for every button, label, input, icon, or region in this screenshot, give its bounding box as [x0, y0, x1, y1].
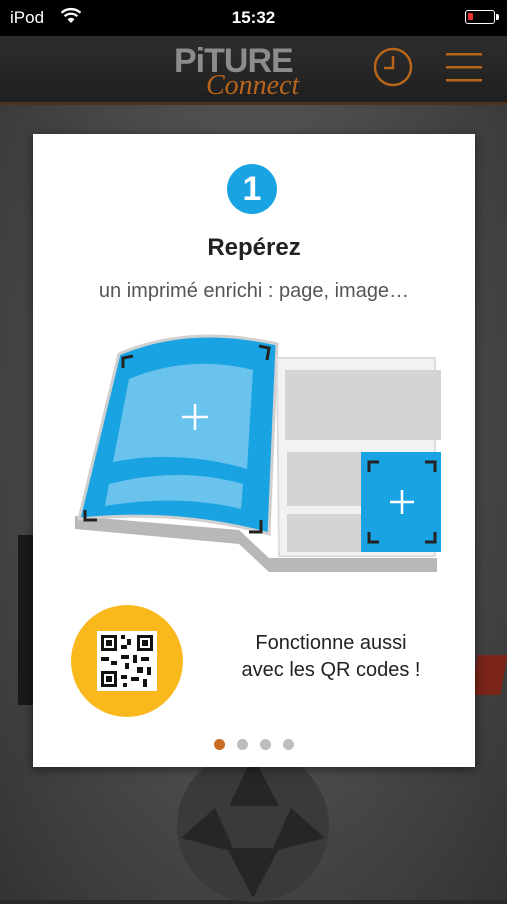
- magazine-illustration: [75, 334, 441, 572]
- app-header: PiTURE Connect: [0, 36, 507, 105]
- hamburger-icon[interactable]: [444, 48, 484, 86]
- qr-info-text: Fonctionne aussi avec les QR codes !: [211, 630, 451, 684]
- shutter-button-icon[interactable]: [175, 748, 331, 904]
- qr-code-icon: [97, 631, 157, 691]
- card-title: Repérez: [207, 234, 301, 261]
- status-bar: iPod 15:32: [0, 0, 507, 36]
- qr-info-line: Fonctionne aussi: [255, 632, 407, 654]
- qr-info-line: avec les QR codes !: [241, 659, 421, 681]
- page-dot[interactable]: [214, 739, 225, 750]
- onboarding-card: 1 Repérez un imprimé enrichi : page, ima…: [33, 134, 475, 767]
- battery-level: [468, 13, 473, 20]
- clock-icon[interactable]: [372, 46, 414, 88]
- qr-code-badge: [71, 605, 183, 717]
- card-subtitle: un imprimé enrichi : page, image…: [98, 280, 410, 302]
- clock-time: 15:32: [231, 8, 276, 27]
- page-dot[interactable]: [283, 739, 294, 750]
- app-logo: PiTURE Connect: [172, 40, 337, 101]
- battery-icon: [465, 10, 499, 24]
- page-dot[interactable]: [260, 739, 271, 750]
- page-indicator: [33, 737, 475, 755]
- background-shape: [470, 655, 507, 695]
- page-dot[interactable]: [237, 739, 248, 750]
- step-number-badge: 1: [227, 164, 277, 214]
- logo-word-connect: Connect: [206, 70, 300, 101]
